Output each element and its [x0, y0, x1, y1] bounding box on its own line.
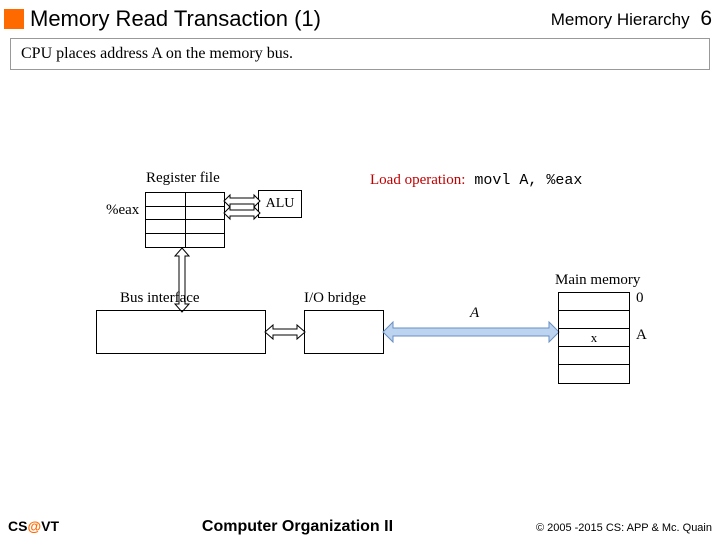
- bus-interface-box: [96, 310, 266, 354]
- accent-square-icon: [4, 9, 24, 29]
- alu-label: ALU: [266, 196, 295, 212]
- at-icon: @: [27, 518, 41, 534]
- eax-label: %eax: [106, 202, 139, 219]
- footer-vt: VT: [41, 518, 59, 534]
- main-memory-label: Main memory: [555, 272, 640, 289]
- mem-x-value: x: [591, 330, 598, 346]
- page-title: Memory Read Transaction (1): [30, 6, 321, 32]
- io-bridge-box: [304, 310, 384, 354]
- footer-mid: Computer Organization II: [202, 518, 393, 536]
- caption-box: CPU places address A on the memory bus.: [10, 38, 710, 70]
- memory-bus-arrow: [383, 320, 559, 344]
- mem-cell-4: [559, 365, 629, 383]
- main-memory-box: x: [558, 292, 630, 384]
- load-operation-label: Load operation: movl A, %eax: [370, 172, 582, 189]
- load-op-prefix: Load operation:: [370, 172, 465, 188]
- reg-alu-arrow-bot: [224, 206, 260, 220]
- io-bridge-label: I/O bridge: [304, 290, 366, 307]
- section-label: Memory Hierarchy: [551, 10, 690, 29]
- alu-box: ALU: [258, 190, 302, 218]
- busif-io-arrow: [265, 324, 305, 340]
- footer-left: CS@VT: [8, 518, 59, 534]
- mem-addr-0: 0: [636, 290, 644, 307]
- footer-cs: CS: [8, 518, 27, 534]
- caption-text: CPU places address A on the memory bus.: [21, 45, 293, 62]
- mem-cell-2: x: [559, 329, 629, 347]
- page-number: 6: [700, 7, 712, 30]
- register-file-box: [145, 192, 225, 248]
- header-section: Memory Hierarchy 6: [551, 7, 712, 31]
- footer: CS@VT Computer Organization II © 2005 -2…: [0, 518, 720, 536]
- register-file-label: Register file: [146, 170, 220, 187]
- diagram-stage: Register file %eax ALU Load operation: m…: [0, 72, 720, 432]
- load-op-code: movl A, %eax: [465, 172, 582, 189]
- header: Memory Read Transaction (1) Memory Hiera…: [0, 0, 720, 36]
- footer-copyright: © 2005 -2015 CS: APP & Mc. Quain: [536, 522, 712, 534]
- mem-cell-0: [559, 293, 629, 311]
- bus-interface-label: Bus interface: [120, 290, 200, 307]
- mem-cell-1: [559, 311, 629, 329]
- mem-addr-A: A: [636, 327, 647, 344]
- bus-letter-a: A: [470, 305, 479, 322]
- mem-cell-3: [559, 347, 629, 365]
